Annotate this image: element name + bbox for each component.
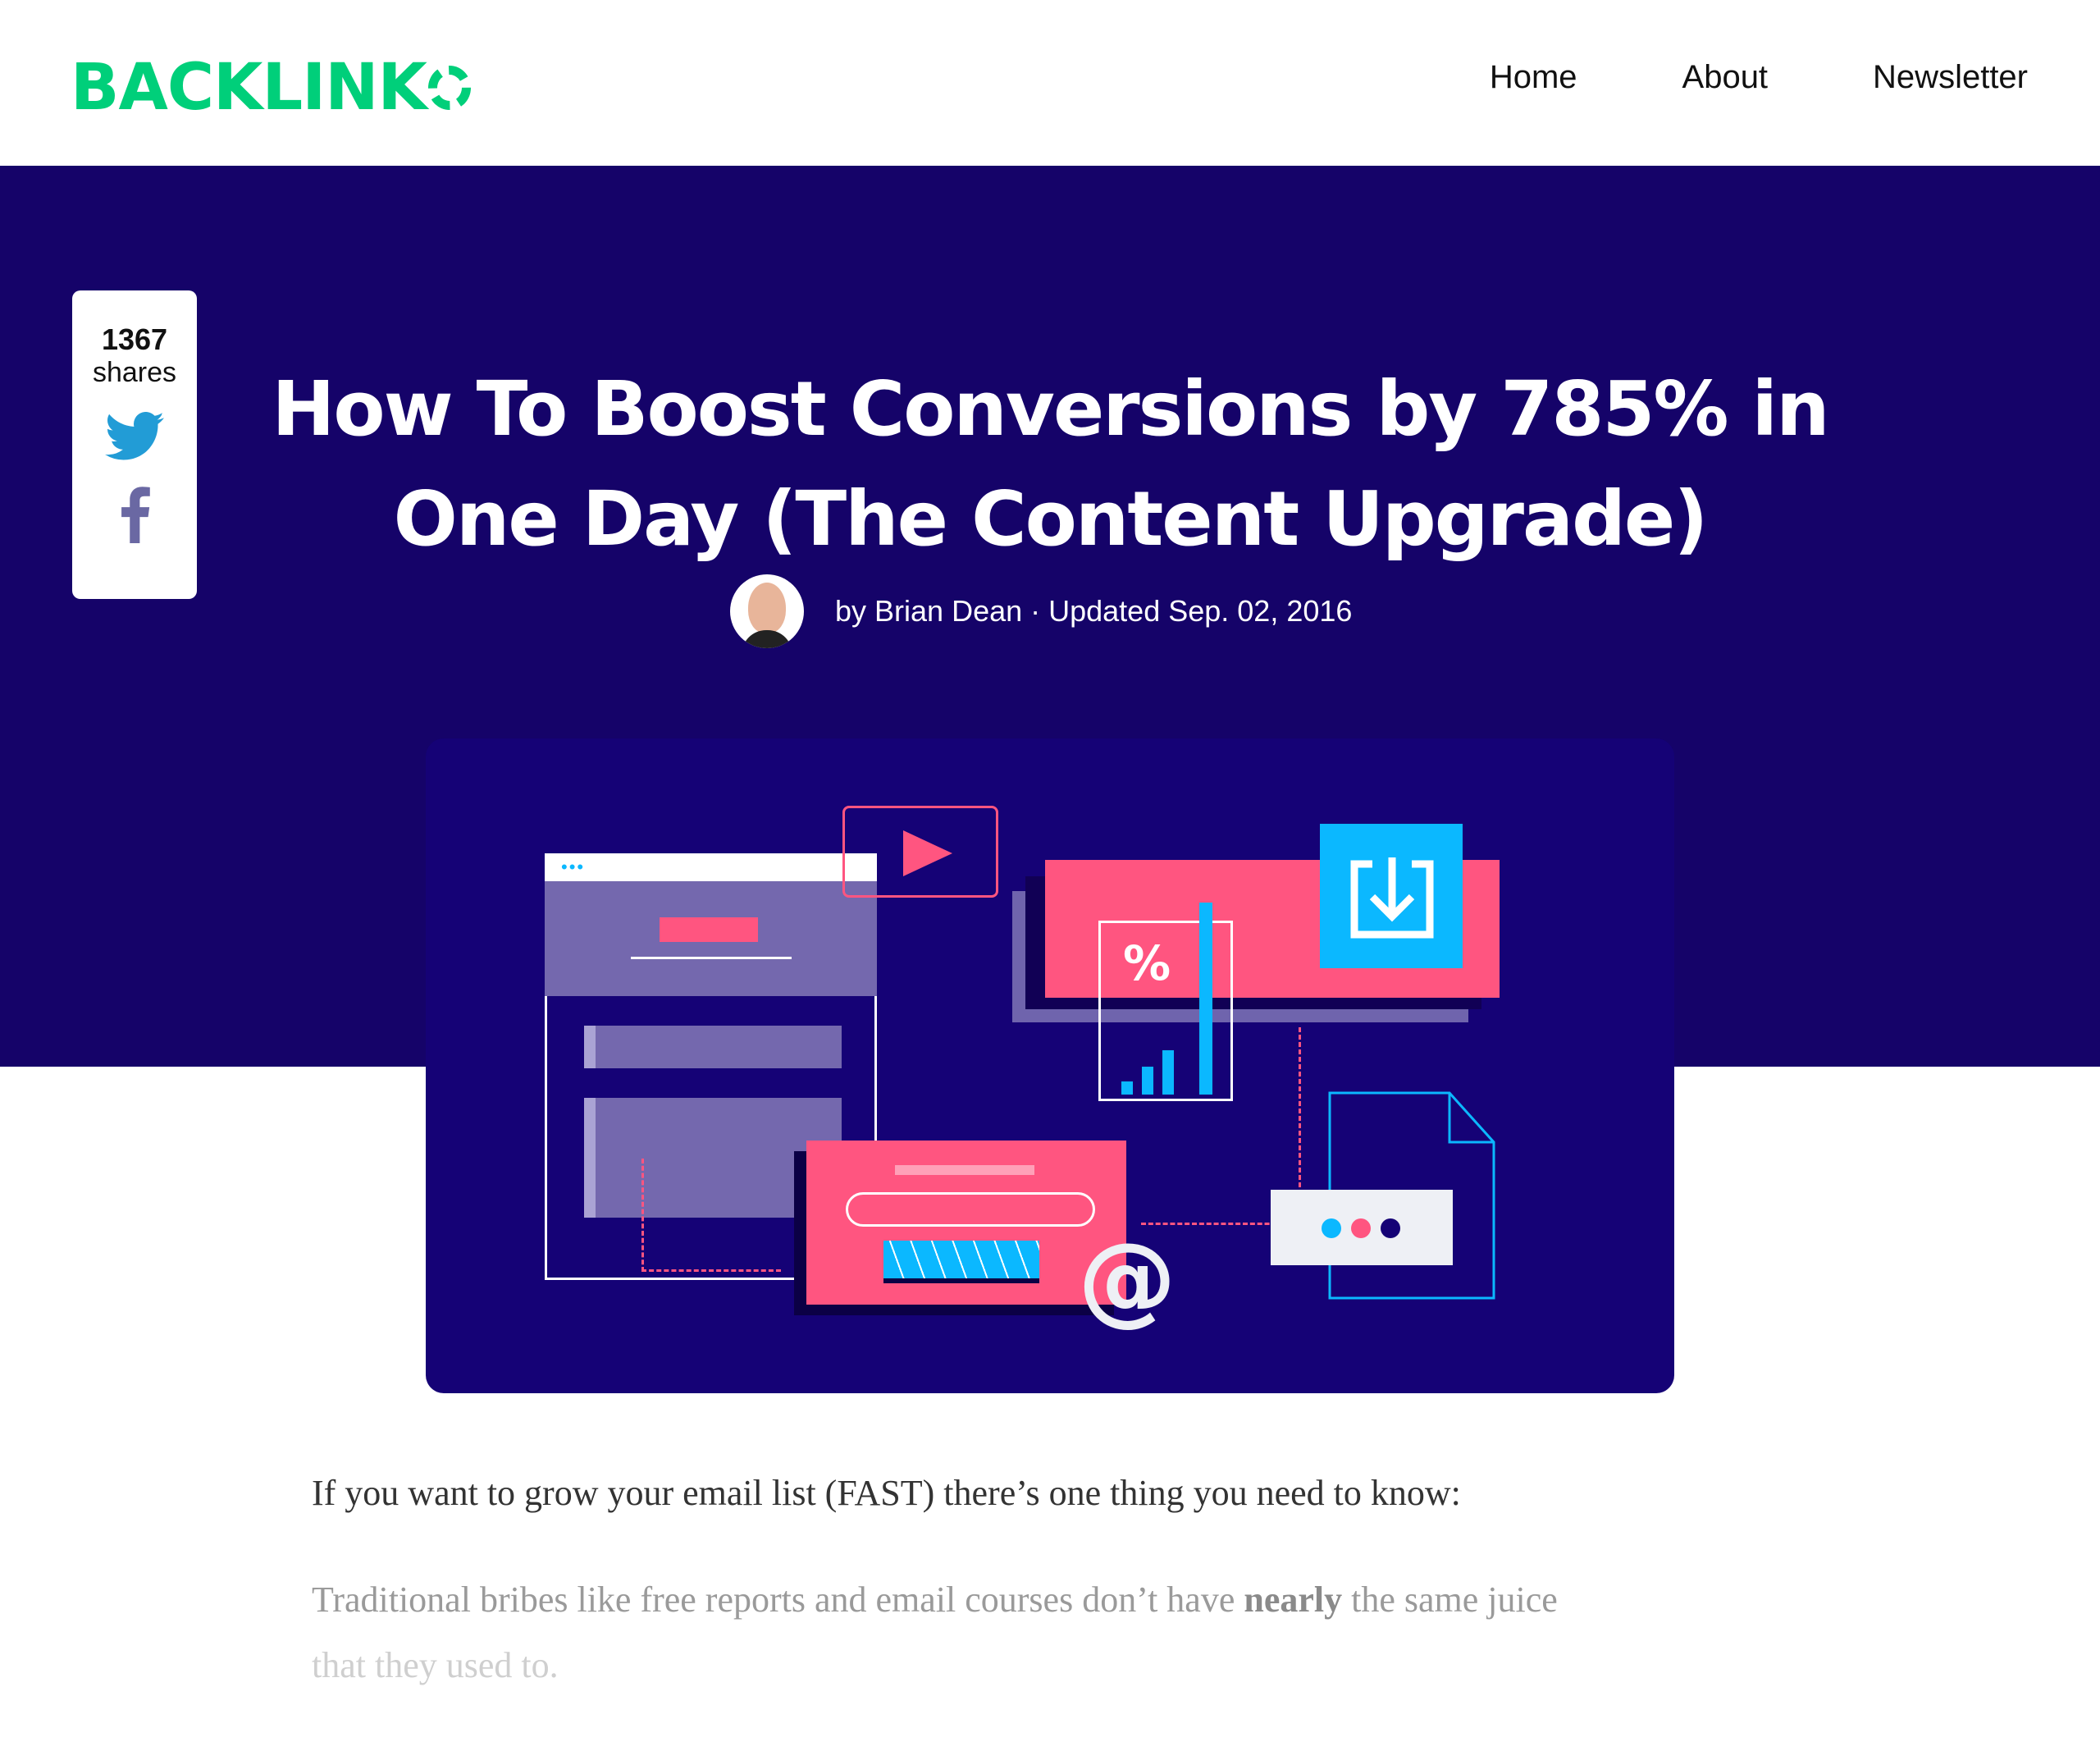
banner-line	[631, 957, 792, 959]
bar-2	[1142, 1067, 1153, 1095]
paragraph-text: Traditional bribes like free reports and…	[312, 1579, 1244, 1620]
nav-home[interactable]: Home	[1490, 59, 1577, 96]
twitter-icon[interactable]	[105, 411, 164, 461]
author-avatar[interactable]	[730, 574, 804, 648]
form-heading-bar	[895, 1165, 1034, 1175]
hero-illustration: ••• % @	[426, 738, 1674, 1393]
article-body: If you want to grow your email list (FAS…	[312, 1461, 1788, 1698]
backlinko-logo[interactable]: BACKLINK	[71, 51, 471, 125]
browser-bar	[545, 853, 877, 881]
bar-3	[1162, 1050, 1174, 1095]
play-icon	[903, 830, 952, 876]
avatar-face	[748, 583, 786, 633]
share-widget: 1367 shares	[72, 290, 197, 599]
dashed-connector	[641, 1159, 781, 1272]
share-label: shares	[92, 357, 177, 388]
dot-cyan	[1322, 1218, 1341, 1238]
bar-4	[1199, 903, 1212, 1095]
logo-ring-icon	[427, 66, 471, 110]
byline: by Brian Dean · Updated Sep. 02, 2016	[730, 574, 1352, 648]
content-block-1	[584, 1026, 842, 1068]
byline-text: by Brian Dean · Updated Sep. 02, 2016	[835, 594, 1353, 628]
nav-newsletter[interactable]: Newsletter	[1873, 59, 2028, 96]
percent-icon: %	[1123, 935, 1171, 991]
dot-navy	[1381, 1218, 1400, 1238]
form-button	[883, 1241, 1039, 1283]
facebook-icon[interactable]	[118, 486, 151, 543]
paragraph-faded: that they used to.	[312, 1645, 559, 1685]
bar-1	[1121, 1081, 1133, 1095]
logo-text: BACKLINK	[71, 51, 427, 125]
avatar-shirt	[742, 630, 792, 648]
nav-about[interactable]: About	[1682, 59, 1769, 96]
paragraph-text: the same juice	[1342, 1579, 1558, 1620]
at-icon: @	[1078, 1223, 1176, 1337]
paragraph-intro: If you want to grow your email list (FAS…	[312, 1473, 1461, 1513]
site-header: BACKLINK Home About Newsletter	[0, 0, 2100, 166]
download-icon	[1350, 857, 1434, 939]
main-nav: Home About Newsletter	[1490, 59, 2028, 96]
paragraph-bold: nearly	[1244, 1579, 1343, 1620]
browser-dots-icon: •••	[561, 857, 586, 877]
banner-button	[660, 917, 758, 942]
paragraph-bribes: Traditional bribes like free reports and…	[312, 1567, 1788, 1698]
article-title: How To Boost Conversions by 785% in One …	[272, 364, 1829, 563]
form-input	[846, 1192, 1095, 1227]
dot-pink	[1351, 1218, 1371, 1238]
share-count: 1367	[101, 322, 168, 356]
